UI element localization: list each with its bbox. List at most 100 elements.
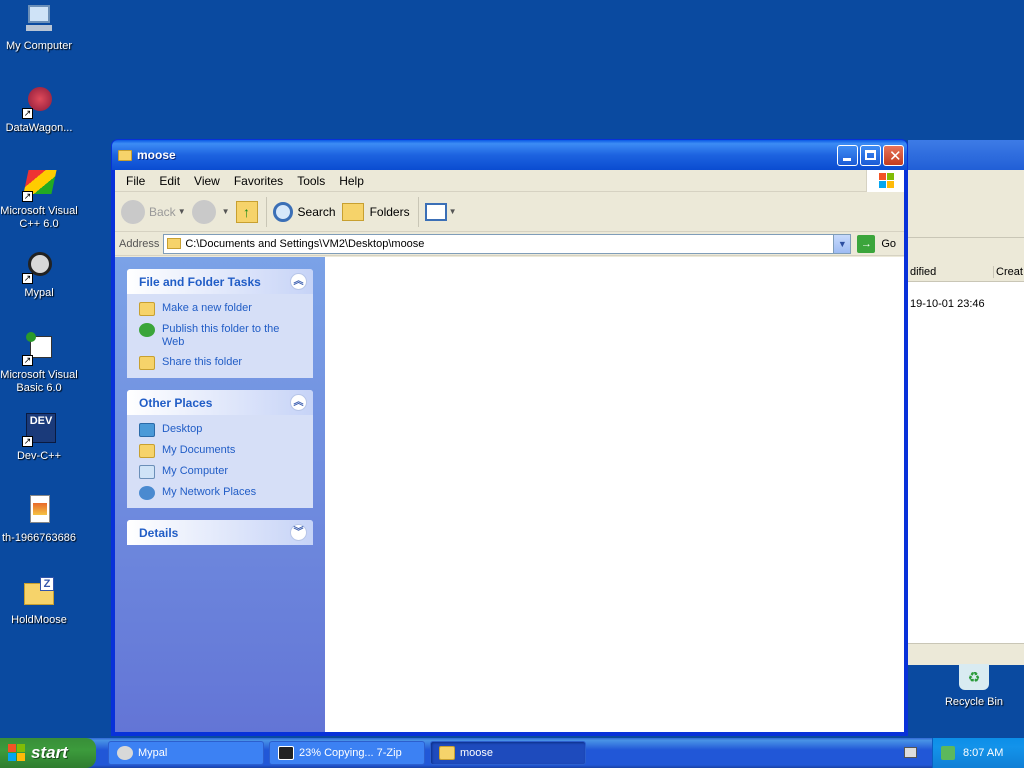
- make-new-folder-link[interactable]: Make a new folder: [139, 302, 301, 316]
- taskbar-item-label: Mypal: [138, 747, 168, 759]
- task-pane: File and Folder Tasks ︽ Make a new folde…: [115, 257, 325, 732]
- background-window-statusbar: [908, 643, 1024, 665]
- folders-label: Folders: [369, 204, 410, 219]
- collapse-chevron-icon[interactable]: ︽: [290, 273, 307, 290]
- desktop-icon-recycle-bin[interactable]: ♻ Recycle Bin: [938, 664, 1010, 708]
- address-input[interactable]: C:\Documents and Settings\VM2\Desktop\mo…: [163, 233, 852, 254]
- publish-web-icon: [139, 323, 155, 337]
- link-label: My Computer: [162, 465, 229, 477]
- taskbar-item-label: moose: [460, 747, 494, 759]
- folders-icon: [341, 202, 364, 221]
- my-computer-link[interactable]: My Computer: [139, 465, 301, 479]
- explorer-window[interactable]: moose ✕ File Edit View Favorites Tools H…: [111, 139, 908, 736]
- network-status-icon[interactable]: [941, 746, 955, 760]
- windows-flag-icon: [8, 744, 26, 762]
- desktop-icon-my-computer[interactable]: My Computer: [0, 3, 79, 53]
- mypal-icon: [117, 746, 133, 760]
- folders-button[interactable]: Folders: [341, 202, 410, 221]
- devcpp-icon: DEV ↗: [22, 413, 56, 447]
- desktop-icon-mypal[interactable]: ↗ Mypal: [0, 250, 79, 300]
- desktop-icon-th-file[interactable]: th-1966763686: [0, 495, 79, 545]
- other-places-header[interactable]: Other Places ︽: [127, 390, 313, 415]
- toolbar-separator: [265, 196, 267, 227]
- explorer-body: File and Folder Tasks ︽ Make a new folde…: [115, 257, 904, 732]
- image-file-icon: [22, 495, 56, 529]
- go-arrow-icon: →: [857, 234, 876, 253]
- views-icon: [424, 202, 447, 221]
- clock[interactable]: 8:07 AM: [963, 747, 1003, 759]
- share-folder-link[interactable]: Share this folder: [139, 356, 301, 370]
- menu-file[interactable]: File: [119, 174, 152, 188]
- msvc-icon: ↗: [22, 168, 57, 202]
- start-button[interactable]: start: [0, 738, 96, 768]
- windows-logo-icon: [866, 170, 904, 192]
- menu-edit[interactable]: Edit: [152, 174, 187, 188]
- details-panel: Details ︾: [127, 520, 313, 545]
- system-tray: 8:07 AM: [932, 738, 1024, 768]
- desktop-icon-holdmoose[interactable]: Z HoldMoose: [0, 577, 79, 627]
- address-value: C:\Documents and Settings\VM2\Desktop\mo…: [185, 237, 425, 250]
- keyboard-icon[interactable]: [904, 747, 917, 758]
- search-icon: [272, 201, 293, 222]
- taskbar-item-label: 23% Copying... 7-Zip: [299, 747, 402, 759]
- menu-favorites[interactable]: Favorites: [227, 174, 290, 188]
- toolbar-separator: [417, 196, 419, 227]
- collapse-chevron-icon[interactable]: ︽: [290, 394, 307, 411]
- my-computer-icon: [139, 465, 155, 479]
- link-label: Publish this folder to the Web: [162, 323, 280, 348]
- up-folder-icon: ↑: [235, 200, 258, 223]
- menu-tools[interactable]: Tools: [290, 174, 332, 188]
- link-label: Share this folder: [162, 356, 243, 368]
- my-network-places-link[interactable]: My Network Places: [139, 486, 301, 500]
- start-label: start: [31, 743, 68, 762]
- background-window-column-header: dified Creat: [908, 262, 1024, 282]
- expand-chevron-icon[interactable]: ︾: [290, 524, 307, 541]
- zip-folder-icon: Z: [22, 577, 56, 611]
- background-window[interactable]: dified Creat 19-10-01 23:46: [908, 140, 1024, 665]
- forward-button[interactable]: ▼: [191, 199, 230, 224]
- address-bar: Address C:\Documents and Settings\VM2\De…: [115, 232, 904, 256]
- desktop-icon-msvc[interactable]: ↗ Microsoft Visual C++ 6.0: [0, 168, 79, 231]
- up-folder-button[interactable]: ↑: [235, 200, 258, 223]
- datawagon-icon: ↗: [22, 85, 56, 119]
- link-label: Desktop: [162, 423, 203, 435]
- background-window-titlebar[interactable]: [908, 140, 1024, 170]
- background-window-addressbar: [908, 238, 1024, 262]
- go-button[interactable]: → Go: [857, 234, 896, 253]
- my-documents-link[interactable]: My Documents: [139, 444, 301, 458]
- desktop-link[interactable]: Desktop: [139, 423, 301, 437]
- title-bar[interactable]: moose ✕: [112, 140, 907, 170]
- other-places-panel: Other Places ︽ Desktop My Documents My C…: [127, 390, 313, 508]
- details-header[interactable]: Details ︾: [127, 520, 313, 545]
- file-folder-tasks-panel: File and Folder Tasks ︽ Make a new folde…: [127, 269, 313, 378]
- maximize-button[interactable]: [860, 144, 881, 166]
- close-button[interactable]: ✕: [883, 144, 904, 166]
- desktop-icon-msvb[interactable]: ↗ Microsoft Visual Basic 6.0: [0, 332, 79, 395]
- mypal-icon: ↗: [22, 250, 56, 284]
- views-dropdown-icon: ▼: [448, 207, 457, 216]
- column-created[interactable]: Creat: [994, 266, 1023, 278]
- menu-help[interactable]: Help: [332, 174, 371, 188]
- column-modified[interactable]: dified: [908, 265, 994, 278]
- back-label: Back: [149, 204, 176, 219]
- standard-toolbar: Back ▼ ▼ ↑ Search Folders ▼: [115, 192, 904, 232]
- forward-dropdown-icon[interactable]: ▼: [222, 207, 230, 216]
- taskbar-item-moose[interactable]: moose: [430, 741, 586, 765]
- panel-title: Other Places: [139, 395, 213, 410]
- address-dropdown-button[interactable]: ▼: [833, 234, 851, 253]
- minimize-button[interactable]: [837, 144, 858, 166]
- views-button[interactable]: ▼: [424, 202, 457, 221]
- taskbar-item-mypal[interactable]: Mypal: [108, 741, 264, 765]
- menu-bar: File Edit View Favorites Tools Help: [115, 170, 904, 192]
- desktop-icon-datawagon[interactable]: ↗ DataWagon...: [0, 85, 79, 135]
- publish-folder-link[interactable]: Publish this folder to the Web: [139, 323, 301, 349]
- back-button[interactable]: Back ▼: [121, 199, 186, 224]
- file-list-area[interactable]: [325, 257, 904, 732]
- desktop-icon-devcpp[interactable]: DEV ↗ Dev-C++: [0, 413, 79, 463]
- search-button[interactable]: Search: [272, 201, 336, 222]
- taskbar-item-7zip[interactable]: 23% Copying... 7-Zip: [269, 741, 425, 765]
- file-folder-tasks-header[interactable]: File and Folder Tasks ︽: [127, 269, 313, 294]
- background-window-row[interactable]: 19-10-01 23:46: [908, 282, 1024, 310]
- menu-view[interactable]: View: [187, 174, 227, 188]
- back-dropdown-icon[interactable]: ▼: [178, 207, 186, 216]
